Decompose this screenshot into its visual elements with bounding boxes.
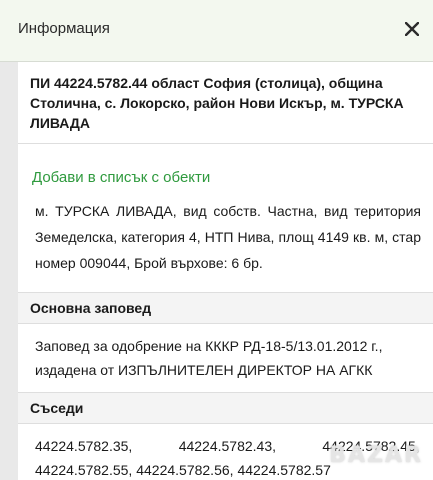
neighbors-heading: Съседи <box>18 392 433 424</box>
close-icon <box>405 22 419 36</box>
property-title: ПИ 44224.5782.44 област София (столица),… <box>18 62 433 144</box>
add-to-list-link[interactable]: Добави в списък с обекти <box>18 144 433 188</box>
neighbor-item[interactable]: 44224.5782.55, <box>35 462 132 478</box>
order-heading: Основна заповед <box>18 292 433 324</box>
dialog-title: Информация <box>18 20 110 37</box>
neighbor-item[interactable]: 44224.5782.57 <box>237 462 330 478</box>
property-details: м. ТУРСКА ЛИВАДА, вид собств. Частна, ви… <box>35 203 421 271</box>
dialog-header: Информация <box>0 0 433 62</box>
neighbor-item[interactable]: 44224.5782.43, <box>179 434 278 458</box>
neighbor-item[interactable]: 44224.5782.56, <box>136 462 233 478</box>
order-text: Заповед за одобрение на КККР РД-18-5/13.… <box>35 338 383 378</box>
neighbor-item[interactable]: 44224.5782.35, <box>35 434 134 458</box>
close-button[interactable] <box>397 14 427 44</box>
bazar-watermark-logo: BAZAR <box>329 443 423 468</box>
info-panel: ПИ 44224.5782.44 област София (столица),… <box>18 62 433 480</box>
